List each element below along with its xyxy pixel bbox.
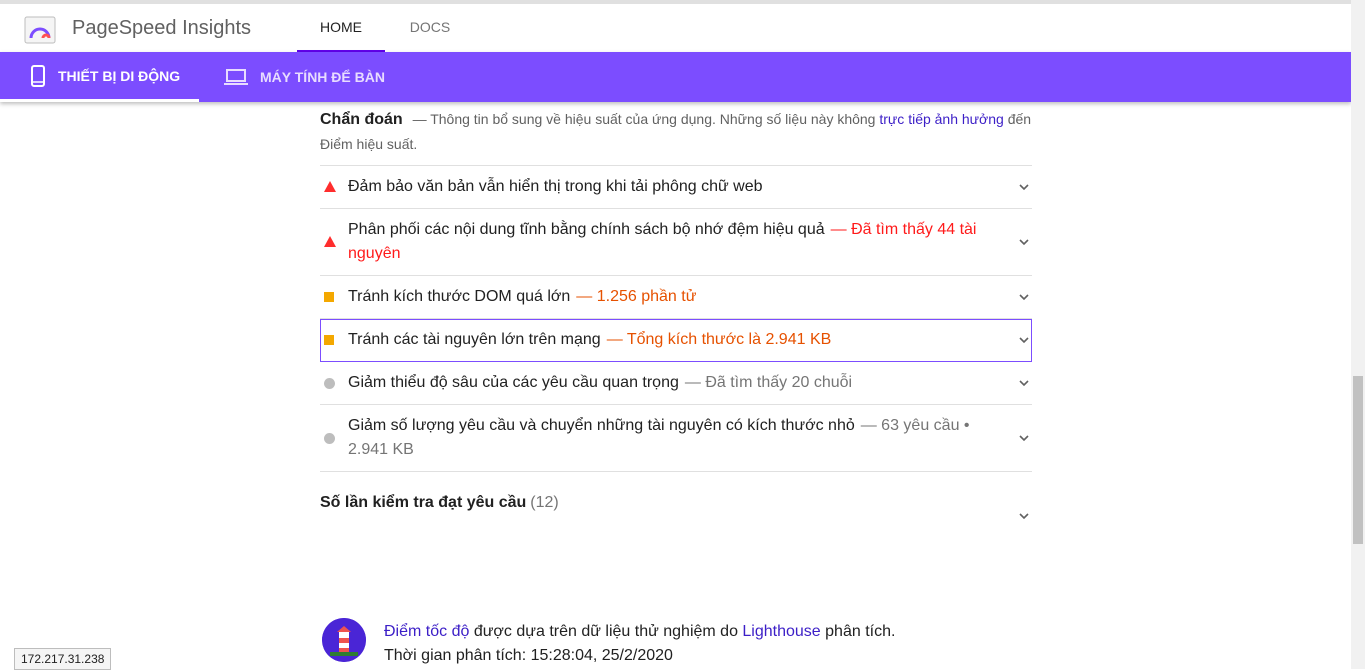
tab-mobile-label: THIẾT BỊ DI ĐỘNG <box>58 67 181 84</box>
passed-audits-count: (12) <box>530 494 559 511</box>
analysis-time: Thời gian phân tích: 15:28:04, 25/2/2020 <box>384 647 673 664</box>
speed-score-link[interactable]: Điểm tốc độ <box>384 623 469 640</box>
tab-home[interactable]: HOME <box>297 4 385 52</box>
diagnostics-header: Chẩn đoán — Thông tin bổ sung về hiệu su… <box>320 102 1032 157</box>
audit-item[interactable]: Phân phối các nội dung tĩnh bằng chính s… <box>320 209 1032 276</box>
audit-title: Tránh kích thước DOM quá lớn <box>348 288 571 305</box>
audit-item[interactable]: Đảm bảo văn bản vẫn hiển thị trong khi t… <box>320 166 1032 209</box>
audit-title: Phân phối các nội dung tĩnh bằng chính s… <box>348 221 825 238</box>
tab-desktop[interactable]: MÁY TÍNH ĐỂ BÀN <box>224 52 424 102</box>
laptop-icon <box>224 69 248 85</box>
status-url-tooltip: 172.217.31.238 <box>14 648 112 670</box>
audit-item[interactable]: Giảm thiểu độ sâu của các yêu cầu quan t… <box>320 362 1032 405</box>
audit-item[interactable]: Tránh các tài nguyên lớn trên mạng — Tổng… <box>320 319 1032 362</box>
chevron-down-icon[interactable] <box>1018 510 1030 522</box>
footer-text: Điểm tốc độ được dựa trên dữ liệu thử ng… <box>384 620 895 668</box>
info-circle-icon <box>324 433 335 444</box>
chevron-down-icon[interactable] <box>1018 291 1030 303</box>
chevron-down-icon[interactable] <box>1018 432 1030 444</box>
warning-square-icon <box>324 335 334 345</box>
audit-title: Đảm bảo văn bản vẫn hiển thị trong khi t… <box>348 178 763 195</box>
top-app-bar: PageSpeed Insights HOME DOCS <box>0 0 1351 52</box>
scrollbar-thumb[interactable] <box>1353 376 1363 544</box>
fail-triangle-icon <box>324 236 336 247</box>
audit-title: Tránh các tài nguyên lớn trên mạng <box>348 331 601 348</box>
pagespeed-logo-icon <box>24 16 56 44</box>
footer-text-2: phân tích. <box>820 623 896 640</box>
tab-mobile[interactable]: THIẾT BỊ DI ĐỘNG <box>0 52 199 102</box>
lighthouse-logo-icon <box>322 618 366 662</box>
lighthouse-link[interactable]: Lighthouse <box>742 623 820 640</box>
audit-title: Giảm thiểu độ sâu của các yêu cầu quan t… <box>348 374 679 391</box>
diagnostics-desc-link[interactable]: trực tiếp ảnh hưởng <box>879 111 1003 127</box>
audit-list: Đảm bảo văn bản vẫn hiển thị trong khi t… <box>320 165 1032 472</box>
audit-item[interactable]: Tránh kích thước DOM quá lớn — 1.256 phần… <box>320 276 1032 319</box>
diagnostics-section: Chẩn đoán — Thông tin bổ sung về hiệu su… <box>320 102 1032 472</box>
audit-detail: — Đã tìm thấy 20 chuỗi <box>684 374 853 391</box>
audit-detail: — Tổng kích thước là 2.941 KB <box>606 331 832 348</box>
warning-square-icon <box>324 292 334 302</box>
passed-audits-title: Số lần kiểm tra đạt yêu cầu <box>320 494 527 511</box>
footer-text-1: được dựa trên dữ liệu thử nghiệm do <box>469 623 743 640</box>
audit-item[interactable]: Giảm số lượng yêu cầu và chuyển những tà… <box>320 405 1032 472</box>
chevron-down-icon[interactable] <box>1018 236 1030 248</box>
tab-docs[interactable]: DOCS <box>396 4 464 52</box>
tab-desktop-label: MÁY TÍNH ĐỂ BÀN <box>260 69 385 85</box>
audit-title: Giảm số lượng yêu cầu và chuyển những tà… <box>348 417 855 434</box>
device-tab-bar: THIẾT BỊ DI ĐỘNG MÁY TÍNH ĐỂ BÀN <box>0 52 1351 102</box>
phone-icon <box>31 64 45 87</box>
audit-detail: — 1.256 phần tử <box>576 288 697 305</box>
chevron-down-icon[interactable] <box>1018 181 1030 193</box>
app-title: PageSpeed Insights <box>72 17 252 39</box>
chevron-down-icon[interactable] <box>1018 334 1030 346</box>
scrollbar-track[interactable] <box>1351 0 1365 669</box>
fail-triangle-icon <box>324 181 336 192</box>
diagnostics-title: Chẩn đoán <box>320 111 403 128</box>
passed-audits-toggle[interactable]: Số lần kiểm tra đạt yêu cầu (12) <box>320 494 1032 530</box>
diagnostics-desc-prefix: — Thông tin bổ sung về hiệu suất của ứng… <box>412 111 880 127</box>
chevron-down-icon[interactable] <box>1018 377 1030 389</box>
info-circle-icon <box>324 378 335 389</box>
